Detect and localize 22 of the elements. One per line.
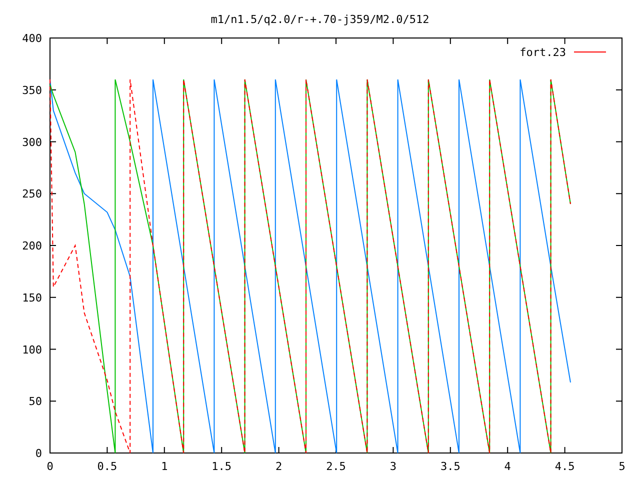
axis-tick-label: 2: [275, 460, 282, 473]
axis-tick-label: 100: [22, 343, 42, 356]
axis-tick-label: 0: [46, 460, 54, 473]
axis-tick-label: 250: [22, 188, 42, 201]
chart-title: m1/n1.5/q2.0/r-+.70-j359/M2.0/512: [210, 13, 430, 26]
axis-tick-label: 400: [22, 32, 42, 45]
axis-tick-label: 4.5: [554, 460, 575, 473]
axis-tick-label: 1.5: [212, 460, 232, 473]
axis-tick-label: 3.5: [440, 460, 460, 473]
legend-label: fort.23: [520, 46, 566, 59]
axis-tick-label: 5: [618, 460, 626, 473]
axis-tick-label: 350: [22, 84, 42, 97]
axis-tick-label: 0.5: [97, 460, 118, 473]
axis-tick-label: 0: [35, 447, 42, 460]
axis-tick-label: 50: [28, 395, 42, 408]
axis-tick-label: 3: [390, 460, 397, 473]
axis-tick-label: 2.5: [326, 460, 346, 473]
axis-tick-label: 200: [22, 240, 42, 252]
axis-tick-label: 150: [22, 291, 42, 304]
axis-tick-label: 4: [504, 460, 511, 473]
axis-tick-label: 1: [161, 460, 168, 473]
axis-tick-label: 300: [22, 136, 42, 149]
